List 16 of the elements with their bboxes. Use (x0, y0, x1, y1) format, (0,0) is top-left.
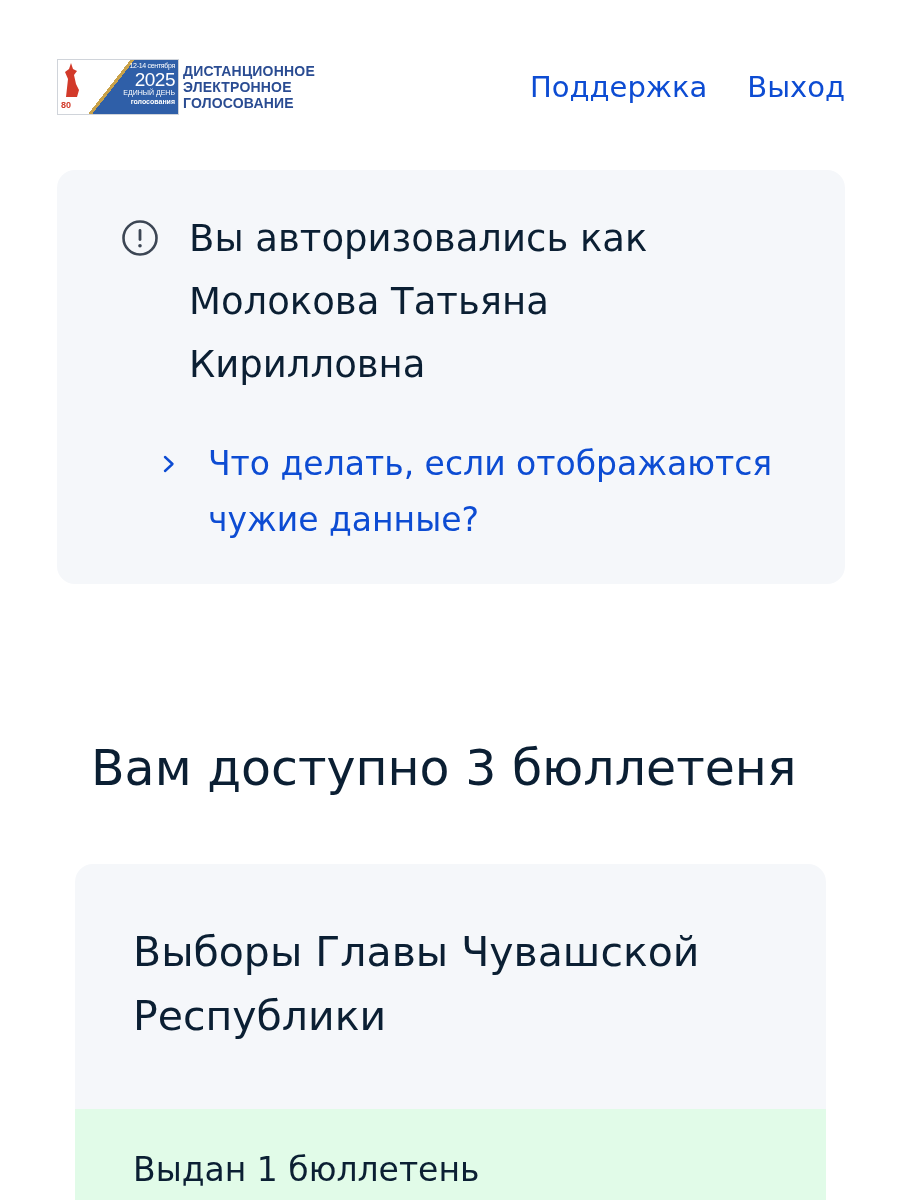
notice-text: Вы авторизовались как Молокова Татьяна Кирилловна (189, 216, 649, 388)
brand-title-line: ГОЛОСОВАНИЕ (183, 95, 295, 111)
logo-year: 2025 (134, 70, 175, 89)
brand-title-line: ДИСТАНЦИОННОЕ (183, 63, 315, 79)
nav-link[interactable]: Выход (747, 70, 845, 104)
election-card[interactable]: Выборы Главы Чувашской Республики Выдан 1 бюллетень (75, 864, 826, 1200)
status-text: Выдан 1 бюллетень (133, 1150, 480, 1189)
badge-number: 80 (61, 101, 71, 110)
chevron-right-icon (163, 455, 175, 473)
statue-icon (63, 63, 79, 97)
nav-link[interactable]: Поддержка (529, 70, 708, 104)
brand-title-line: ЭЛЕКТРОННОЕ (183, 79, 293, 95)
election-title: Выборы Главы Чувашской Республики (132, 927, 701, 1042)
alert-icon (122, 220, 158, 256)
help-link[interactable]: Что делать, если отображаются чужие данные? (208, 436, 805, 548)
page-heading: Вам доступно 3 бюллетеня (91, 741, 798, 797)
